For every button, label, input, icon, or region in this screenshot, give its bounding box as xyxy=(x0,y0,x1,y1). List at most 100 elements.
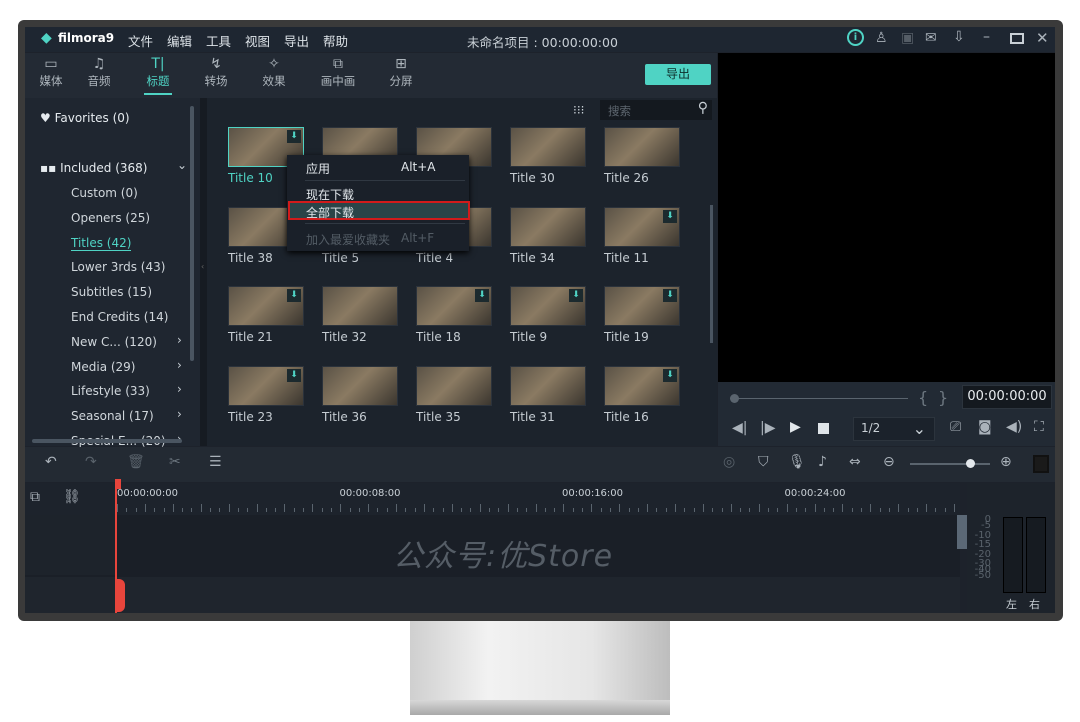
download-icon[interactable]: ⬇ xyxy=(287,368,301,382)
audio-mixer-icon[interactable]: ♪ xyxy=(818,454,827,470)
fit-timeline-icon[interactable]: ⇔ xyxy=(849,454,861,470)
download-icon[interactable]: ⬇ xyxy=(663,209,677,223)
grid-scrollbar[interactable] xyxy=(710,205,713,343)
playhead-handle[interactable] xyxy=(115,579,125,612)
playback-slider[interactable] xyxy=(730,398,908,399)
info-icon[interactable]: i xyxy=(847,29,864,46)
tab-split-screen[interactable]: ⊞ 分屏 xyxy=(375,53,427,98)
chevron-right-icon[interactable]: › xyxy=(177,333,182,347)
track-scrollbar[interactable] xyxy=(957,515,967,549)
chevron-right-icon[interactable]: › xyxy=(177,358,182,372)
tab-media[interactable]: ▭ 媒体 xyxy=(25,53,77,98)
maximize-icon[interactable] xyxy=(1010,33,1024,44)
sidebar-item[interactable]: Custom (0) xyxy=(71,186,138,200)
tab-titles[interactable]: T| 标题 xyxy=(132,53,184,98)
add-track-icon[interactable]: ⧉ xyxy=(30,489,40,505)
title-thumbnail[interactable] xyxy=(322,286,398,326)
download-icon[interactable]: ⬇ xyxy=(475,289,489,302)
sidebar-item[interactable]: Seasonal (17) xyxy=(71,409,154,423)
sidebar-item[interactable]: Titles (42) xyxy=(71,236,132,251)
menu-view[interactable]: 视图 xyxy=(245,31,270,50)
sidebar-item[interactable]: Media (29) xyxy=(71,360,136,374)
panel-toggle-icon[interactable] xyxy=(1033,455,1049,473)
title-thumbnail[interactable]: ⬇ xyxy=(604,286,680,326)
sidebar-item[interactable]: Openers (25) xyxy=(71,211,150,225)
sidebar-item[interactable]: End Credits (14) xyxy=(71,310,168,324)
collapse-icon[interactable]: ‹ xyxy=(201,262,204,271)
menu-item-download-all[interactable]: 全部下载 xyxy=(288,201,470,220)
title-thumbnail[interactable] xyxy=(416,365,492,406)
search-icon[interactable]: ⚲ xyxy=(698,100,708,116)
timeline-ruler[interactable]: ⧉ ⛓ 00:00:00:00 00:00:08:00 00:00:16:00 00:… xyxy=(25,483,960,515)
user-icon[interactable]: ♙ xyxy=(875,30,888,46)
download-icon[interactable]: ⬇ xyxy=(287,130,301,143)
mark-in-icon[interactable]: { xyxy=(918,388,928,407)
sidebar-item[interactable]: Subtitles (15) xyxy=(71,285,152,299)
zoom-slider[interactable] xyxy=(910,463,990,465)
redo-icon[interactable]: ↷ xyxy=(85,454,97,470)
stop-icon[interactable] xyxy=(818,423,829,434)
previous-frame-icon[interactable]: ◀| xyxy=(732,420,747,436)
microphone-icon[interactable]: 🎙 xyxy=(788,454,806,470)
display-settings-icon[interactable]: ⎚ xyxy=(950,419,961,435)
playback-slider-handle[interactable] xyxy=(730,394,739,403)
zoom-slider-handle[interactable] xyxy=(966,459,975,468)
mail-icon[interactable]: ✉ xyxy=(925,30,937,46)
minimize-icon[interactable]: – xyxy=(983,29,990,45)
menu-export[interactable]: 导出 xyxy=(284,31,309,50)
title-thumbnail[interactable]: ⬇ xyxy=(228,365,304,406)
download-icon[interactable]: ⬇ xyxy=(287,289,301,302)
download-icon[interactable]: ⬇ xyxy=(663,289,677,302)
search-input[interactable]: 搜索 ⚲ xyxy=(600,100,712,120)
included-item[interactable]: ▪▪ Included (368) xyxy=(40,161,147,175)
volume-icon[interactable]: ◀) xyxy=(1006,419,1022,435)
favorites-item[interactable]: ♥ Favorites (0) xyxy=(40,111,130,125)
sidebar-item[interactable]: Lifestyle (33) xyxy=(71,384,150,398)
close-icon[interactable]: ✕ xyxy=(1036,29,1049,47)
tab-audio[interactable]: ♫ 音频 xyxy=(73,53,125,98)
sidebar-scrollbar[interactable] xyxy=(190,106,194,361)
chevron-right-icon[interactable]: › xyxy=(177,407,182,421)
menu-tools[interactable]: 工具 xyxy=(206,31,231,50)
menu-file[interactable]: 文件 xyxy=(128,31,153,50)
menu-item-apply[interactable]: 应用 xyxy=(306,160,330,177)
menu-help[interactable]: 帮助 xyxy=(323,31,348,50)
link-icon[interactable]: ⛓ xyxy=(63,489,81,505)
download-icon[interactable]: ⬇ xyxy=(569,289,583,302)
download-icon[interactable]: ⬇ xyxy=(663,368,677,382)
title-thumbnail[interactable]: ⬇ xyxy=(510,286,586,326)
cut-icon[interactable]: ✂ xyxy=(169,454,181,470)
zoom-in-icon[interactable]: ⊕ xyxy=(1000,454,1012,470)
camera-icon[interactable]: ◙ xyxy=(978,419,992,435)
delete-icon[interactable]: 🗑 xyxy=(127,454,145,470)
title-thumbnail[interactable]: ⬇ xyxy=(416,286,492,326)
tab-effects[interactable]: ✧ 效果 xyxy=(248,53,300,98)
fullscreen-icon[interactable]: ⛶ xyxy=(1034,419,1044,435)
title-thumbnail[interactable]: ⬇ xyxy=(604,206,680,247)
sidebar-hscrollbar[interactable] xyxy=(32,439,182,443)
quality-select[interactable]: 1/2 ⌄ xyxy=(853,417,935,441)
title-thumbnail[interactable] xyxy=(510,206,586,247)
mark-out-icon[interactable]: } xyxy=(938,388,948,407)
render-preview-icon[interactable]: ◎ xyxy=(723,454,735,470)
save-icon[interactable]: ▣ xyxy=(901,30,914,46)
marker-icon[interactable]: ⛉ xyxy=(758,454,769,470)
menu-edit[interactable]: 编辑 xyxy=(167,31,192,50)
play-icon[interactable]: ▶ xyxy=(790,419,801,435)
grid-view-icon[interactable]: ⁝⁝⁝ xyxy=(573,103,584,117)
sidebar-item[interactable]: New C... (120) xyxy=(71,335,157,349)
menu-item-add-favorite[interactable]: 加入最爱收藏夹 xyxy=(306,231,390,248)
title-thumbnail[interactable] xyxy=(604,127,680,167)
zoom-out-icon[interactable]: ⊖ xyxy=(883,454,895,470)
title-thumbnail[interactable]: ⬇ xyxy=(228,286,304,326)
panel-splitter[interactable]: ‹ xyxy=(200,98,207,446)
title-thumbnail[interactable]: ⬇ xyxy=(604,365,680,406)
title-thumbnail[interactable] xyxy=(510,127,586,167)
next-frame-icon[interactable]: |▶ xyxy=(760,420,775,436)
chevron-down-icon[interactable]: ⌄ xyxy=(177,158,187,172)
playhead-top[interactable] xyxy=(115,479,121,489)
title-thumbnail[interactable] xyxy=(510,365,586,406)
undo-icon[interactable]: ↶ xyxy=(45,454,57,470)
export-button[interactable]: 导出 xyxy=(645,64,711,85)
sidebar-item[interactable]: Lower 3rds (43) xyxy=(71,260,165,274)
